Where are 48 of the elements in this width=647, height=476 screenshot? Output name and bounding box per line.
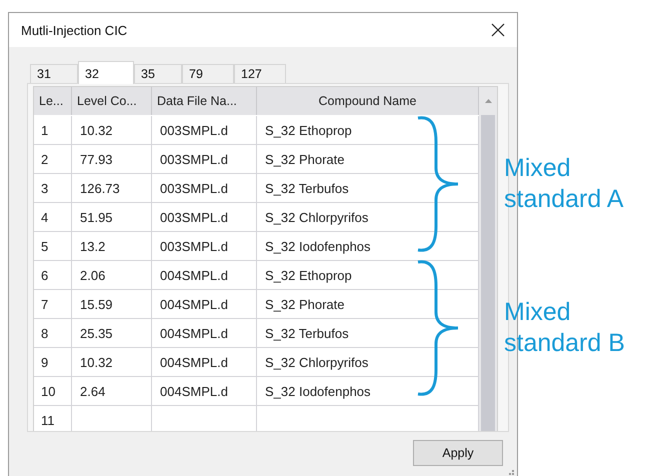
scrollbar[interactable] bbox=[479, 87, 497, 431]
scrollbar-thumb[interactable] bbox=[481, 115, 495, 431]
table-cell: 003SMPL.d bbox=[152, 232, 257, 261]
table-cell: 77.93 bbox=[72, 145, 152, 174]
column-header[interactable]: Level Co... bbox=[72, 87, 152, 115]
table-cell: 004SMPL.d bbox=[152, 290, 257, 319]
apply-button[interactable]: Apply bbox=[413, 440, 503, 466]
table-cell: 004SMPL.d bbox=[152, 348, 257, 377]
column-header[interactable]: Data File Na... bbox=[152, 87, 257, 115]
table-cell: 10 bbox=[34, 377, 72, 406]
table-cell: 10.32 bbox=[72, 116, 152, 145]
table-cell: 126.73 bbox=[72, 174, 152, 203]
table-cell: 6 bbox=[34, 261, 72, 290]
table-cell: 003SMPL.d bbox=[152, 145, 257, 174]
table-cell: 9 bbox=[34, 348, 72, 377]
table-cell: 2.64 bbox=[72, 377, 152, 406]
table-cell: 004SMPL.d bbox=[152, 377, 257, 406]
column-header[interactable]: Compound Name bbox=[257, 87, 479, 115]
table-cell: 8 bbox=[34, 319, 72, 348]
table-cell: 2.06 bbox=[72, 261, 152, 290]
table-cell: 2 bbox=[34, 145, 72, 174]
table-cell: 11 bbox=[34, 406, 72, 431]
table-cell: 003SMPL.d bbox=[152, 174, 257, 203]
table-cell: 51.95 bbox=[72, 203, 152, 232]
tab[interactable]: 32 bbox=[78, 61, 134, 84]
table-cell: 003SMPL.d bbox=[152, 116, 257, 145]
table-cell: 25.35 bbox=[72, 319, 152, 348]
column-header[interactable]: Le... bbox=[34, 87, 72, 115]
table-cell: 004SMPL.d bbox=[152, 261, 257, 290]
tab[interactable]: 127 bbox=[234, 64, 286, 83]
close-icon[interactable] bbox=[491, 23, 505, 37]
table-cell: 004SMPL.d bbox=[152, 319, 257, 348]
tab[interactable]: 35 bbox=[134, 64, 182, 83]
table-cell: 13.2 bbox=[72, 232, 152, 261]
table-cell: 3 bbox=[34, 174, 72, 203]
annotation-label: Mixed standard A bbox=[504, 152, 625, 215]
table-cell: 4 bbox=[34, 203, 72, 232]
window-title: Mutli-Injection CIC bbox=[21, 22, 128, 38]
table-cell: 7 bbox=[34, 290, 72, 319]
tab[interactable]: 79 bbox=[182, 64, 234, 83]
table-cell: 10.32 bbox=[72, 348, 152, 377]
table-cell: 003SMPL.d bbox=[152, 203, 257, 232]
table-cell: 1 bbox=[34, 116, 72, 145]
table-cell: 15.59 bbox=[72, 290, 152, 319]
tab[interactable]: 31 bbox=[30, 64, 78, 83]
annotation-label: Mixed standard B bbox=[504, 296, 626, 359]
resize-grip-icon[interactable] bbox=[506, 470, 514, 476]
table-cell: 5 bbox=[34, 232, 72, 261]
